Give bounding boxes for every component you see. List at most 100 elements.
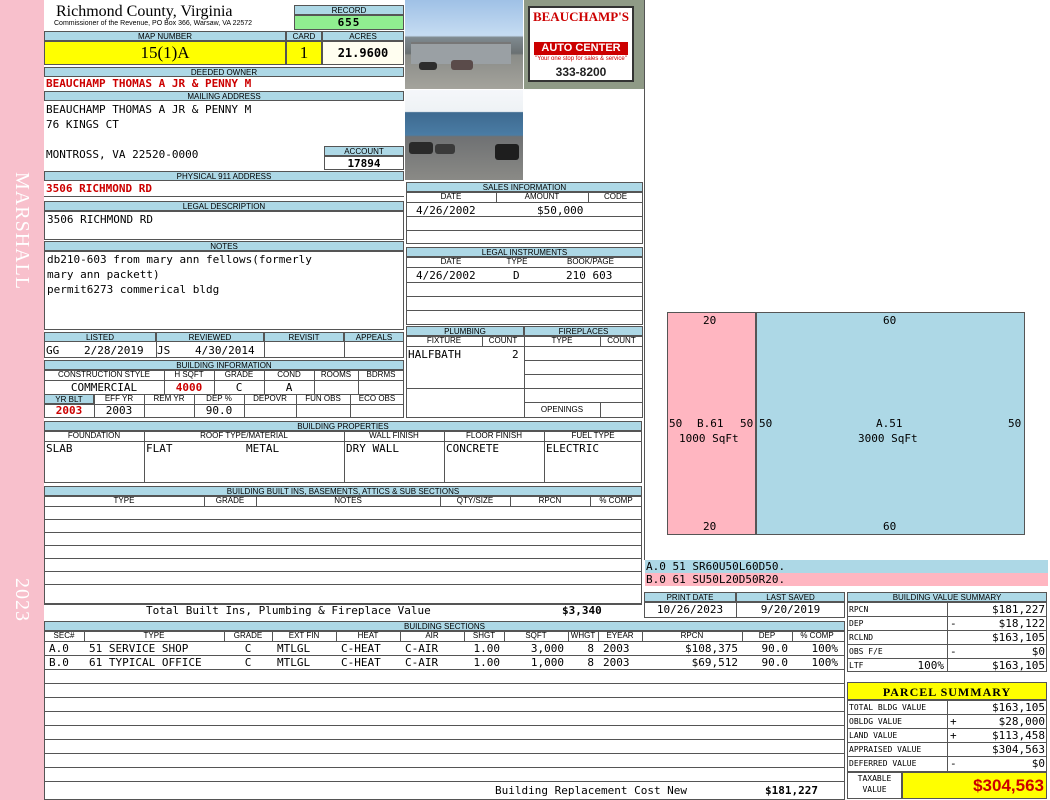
reviewed-by: JS [157, 344, 171, 357]
sign-line1: BEAUCHAMP'S [532, 9, 630, 24]
card-box: 1 [286, 41, 322, 65]
sketch-a-right: 50 [1008, 417, 1022, 430]
listed-by: GG [46, 344, 60, 357]
appraised-value: $304,563 [992, 743, 1045, 756]
fireplace-count-header: COUNT [607, 336, 636, 345]
notes-line1: db210-603 from mary ann fellows(formerly [47, 253, 312, 266]
sections-header-12: % COMP [800, 631, 834, 640]
sections-cell: MTLGL [277, 656, 311, 669]
account-box: 17894 [324, 156, 404, 170]
sections-header-4: HEAT [357, 631, 379, 640]
divider [44, 196, 404, 197]
ecoobs-header: ECO OBS [358, 394, 396, 403]
record-box: 655 [294, 15, 404, 30]
mailing-line1: BEAUCHAMP THOMAS A JR & PENNY M [46, 103, 252, 116]
county-title: Richmond County, Virginia [56, 3, 233, 20]
legal-date-header: DATE [440, 257, 462, 266]
last-saved-value: 9/20/2019 [760, 603, 821, 616]
parcel-summary-title: PARCEL SUMMARY [882, 685, 1012, 699]
card-value: 1 [299, 43, 309, 62]
builtins-header: BUILDING BUILT INS, BASEMENTS, ATTICS & … [44, 486, 642, 496]
foundation-value: SLAB [46, 442, 73, 455]
legal-description-value: 3506 RICHMOND RD [47, 213, 153, 226]
dep-sign: - [950, 617, 957, 630]
sections-cell: 1,000 [530, 656, 564, 669]
rclnd-value: $163,105 [992, 631, 1045, 644]
sections-cell: C-AIR [405, 642, 439, 655]
physical-address-header: PHYSICAL 911 ADDRESS [44, 171, 404, 181]
sections-cell: A.0 [49, 642, 69, 655]
obldg-label: OBLDG VALUE [849, 717, 902, 726]
dep-label: DEP [849, 619, 864, 628]
fireplaces-header: FIREPLACES [524, 326, 643, 336]
parcel-summary-title-box: PARCEL SUMMARY [847, 682, 1047, 700]
revisit-header: REVISIT [264, 332, 344, 342]
sign-tagline: "Your one stop for sales & service" [535, 56, 627, 62]
builtins-total-label: Total Built Ins, Plumbing & Fireplace Va… [146, 604, 431, 617]
sections-cell: 1.00 [473, 642, 501, 655]
sections-cell: $108,375 [685, 642, 738, 655]
hsqft-header: H SQFT [174, 370, 204, 379]
sections-cell: 8 [587, 656, 594, 669]
acres-value: 21.9600 [337, 46, 389, 60]
legal-book: 210 603 [566, 269, 613, 282]
sketch-b-label: B.61 [697, 417, 724, 430]
sections-cell: C-AIR [405, 656, 439, 669]
rooms-header: ROOMS [320, 370, 352, 379]
building-sections-header: BUILDING SECTIONS [44, 621, 845, 631]
builtins-qty-header: QTY/SIZE [456, 496, 494, 505]
yrblt-header: YR BLT [44, 394, 94, 404]
wall-value: DRY WALL [346, 442, 399, 455]
fuel-value: ELECTRIC [546, 442, 599, 455]
print-date-value: 10/26/2023 [656, 603, 724, 616]
sketch-a-left: 50 [759, 417, 773, 430]
taxable-label-line2: VALUE [862, 785, 887, 794]
grade-header: GRADE [224, 370, 254, 379]
map-number-header: MAP NUMBER [44, 31, 286, 41]
sections-cell: 51 SERVICE SHOP [89, 642, 189, 655]
sections-cell: 100% [811, 642, 839, 655]
sketch-b-top: 20 [703, 314, 717, 327]
dep-summary-value: $18,122 [998, 617, 1045, 630]
value-summary-header: BUILDING VALUE SUMMARY [847, 592, 1047, 602]
plumbing-header: PLUMBING [406, 326, 524, 336]
auto-center-sign: BEAUCHAMP'S AUTO CENTER "Your one stop f… [528, 6, 634, 82]
map-number-value: 15(1)A [140, 43, 190, 62]
cond-header: COND [277, 370, 301, 379]
replacement-cost-label: Building Replacement Cost New [495, 784, 688, 797]
sections-cell: 8 [587, 642, 594, 655]
builtins-rpcn-header: RPCN [538, 496, 562, 505]
sections-header-9: EYEAR [606, 631, 634, 640]
roof-type-value: FLAT [146, 442, 173, 455]
sections-cell: 2003 [603, 656, 630, 669]
sketch-code-a-row: A.0 51 SR60U50L60D50. [645, 560, 1048, 573]
sketch-b-left: 50 [669, 417, 683, 430]
sections-cell: C [244, 642, 252, 655]
sketch-b-bottom: 20 [703, 520, 717, 533]
total-bldg-label: TOTAL BLDG VALUE [849, 703, 927, 712]
sections-cell: $69,512 [691, 656, 738, 669]
construction-style-value: COMMERCIAL [70, 381, 138, 394]
taxable-label-box: TAXABLE VALUE [847, 772, 902, 799]
reviewed-date: 4/30/2014 [195, 344, 255, 357]
sketch-a-area: 3000 SqFt [858, 432, 918, 445]
sections-cell: C-HEAT [341, 642, 381, 655]
obs-value: $0 [1031, 645, 1045, 658]
dep-header: DEP % [206, 394, 232, 403]
legal-description-box: 3506 RICHMOND RD [44, 211, 404, 240]
remyr-header: REM YR [153, 394, 185, 403]
funobs-header: FUN OBS [305, 394, 341, 403]
cond-value: A [285, 381, 293, 394]
card-header: CARD [286, 31, 322, 41]
sections-cell: 3,000 [530, 642, 564, 655]
sketch-b-right: 50 [740, 417, 754, 430]
depovr-header: DEPOVR [253, 394, 287, 403]
side-strip: MARSHALL 2023 [0, 0, 44, 800]
last-saved-header: LAST SAVED [736, 592, 845, 602]
parking-lot-photo [405, 90, 523, 180]
deferred-sign: - [950, 757, 957, 770]
sections-header-0: SEC# [53, 631, 75, 640]
listed-header: LISTED [44, 332, 156, 342]
mailing-line2: 76 KINGS CT [46, 118, 119, 131]
deeded-owner-value: BEAUCHAMP THOMAS A JR & PENNY M [46, 77, 252, 90]
